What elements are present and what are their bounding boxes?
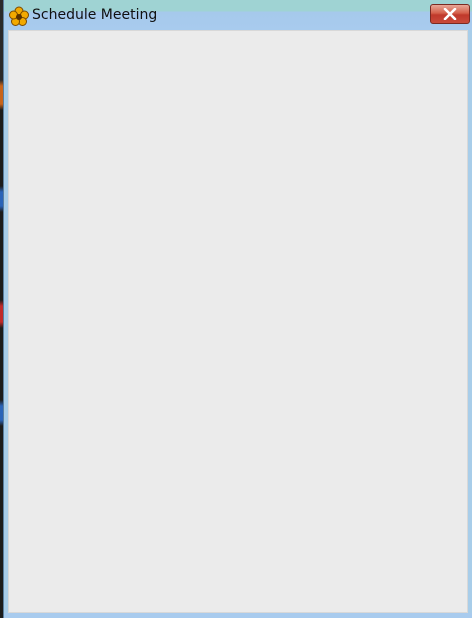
window-content-area — [8, 30, 468, 613]
window-bottom-border — [4, 613, 472, 618]
schedule-meeting-window: Schedule Meeting — [3, 0, 472, 618]
close-icon — [443, 8, 457, 20]
window-title: Schedule Meeting — [32, 7, 158, 23]
close-button[interactable] — [430, 4, 470, 24]
title-bar[interactable]: Schedule Meeting — [4, 0, 472, 30]
flower-app-icon — [8, 6, 30, 28]
